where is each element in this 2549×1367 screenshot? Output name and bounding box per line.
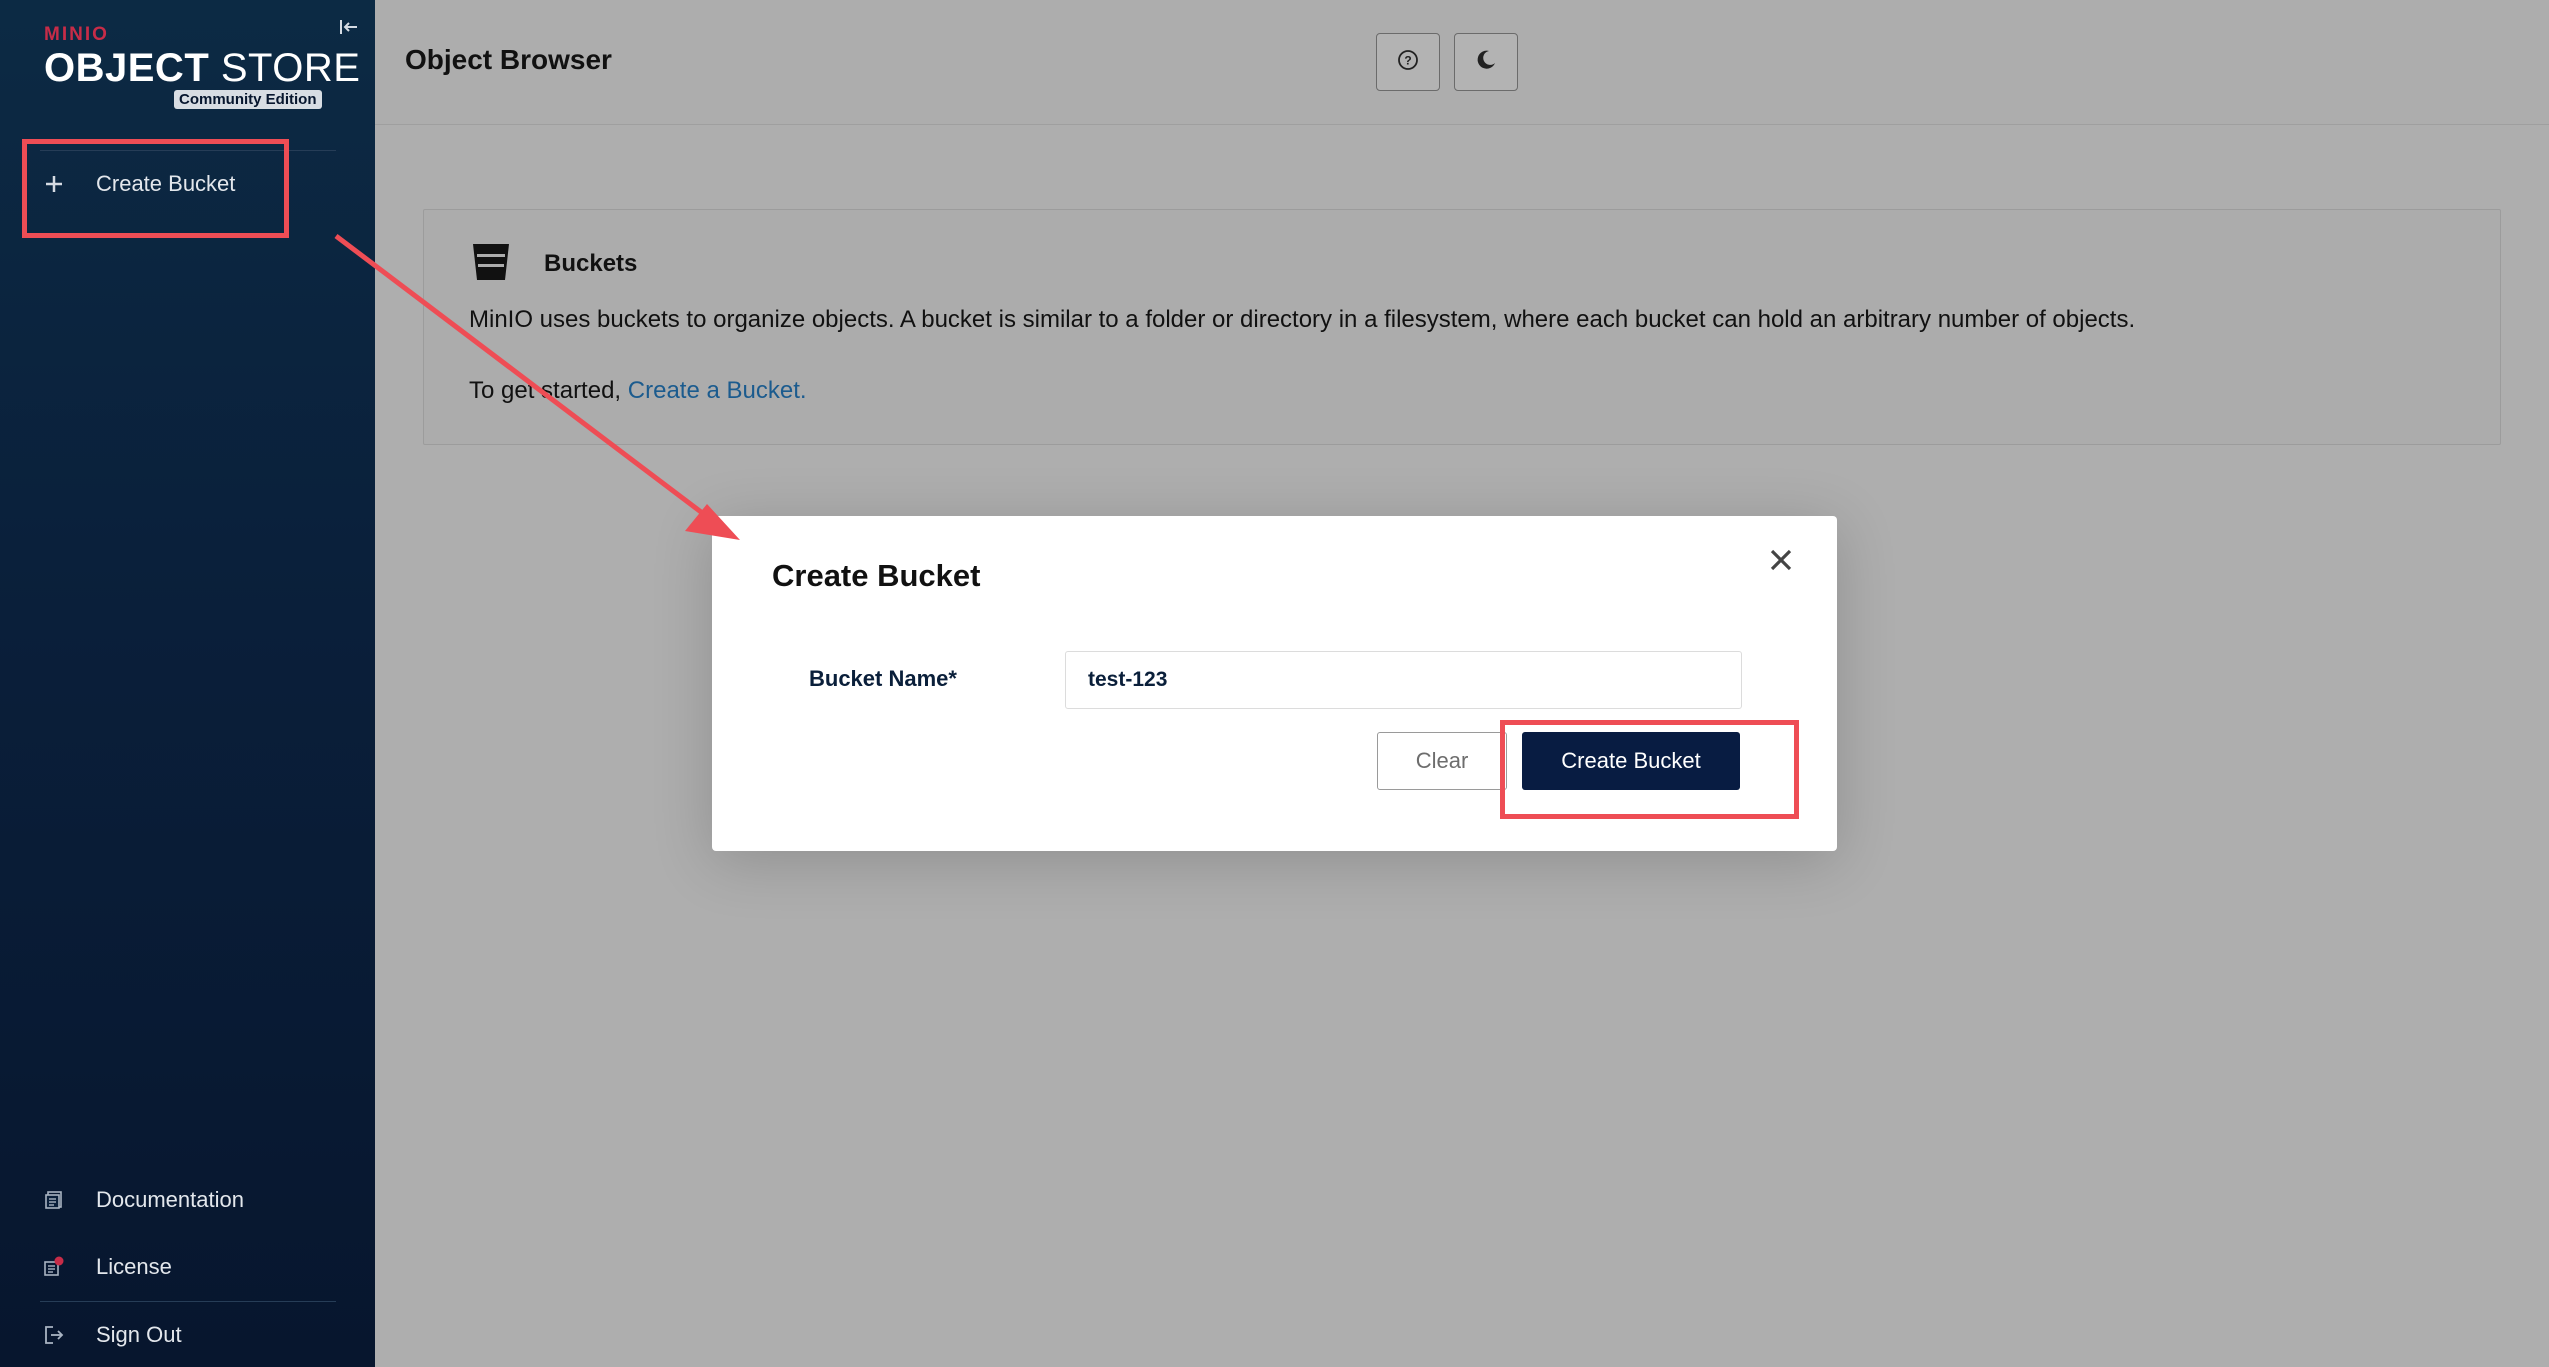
close-button[interactable] [1763,544,1799,580]
highlight-box-create-button [1500,720,1799,819]
buckets-title: Buckets [544,250,638,277]
dialog-title: Create Bucket [772,558,981,593]
help-icon: ? [1396,48,1420,77]
svg-text:?: ? [1404,53,1411,67]
dark-mode-button[interactable] [1454,33,1518,91]
bucket-icon [469,240,513,289]
page-header: Object Browser ? [375,0,2549,125]
brand-store-thin: STORE [220,46,361,90]
help-button[interactable]: ? [1376,33,1440,91]
document-icon [36,1190,72,1210]
clear-button[interactable]: Clear [1377,732,1507,790]
brand-logo: MINIO OBJECT STORE Community Edition [44,24,360,109]
get-started-text: To get started, Create a Bucket. [469,377,807,405]
brand-store-bold: OBJECT [44,46,210,90]
buckets-info-box: Buckets MinIO uses buckets to organize o… [423,209,2501,445]
create-bucket-link[interactable]: Create a Bucket. [628,377,807,404]
brand-object-store: OBJECT STORE [44,46,360,90]
license-icon [36,1256,72,1278]
close-icon [1769,548,1793,577]
highlight-box-sidebar [22,139,289,238]
bucket-name-label: Bucket Name* [809,666,957,691]
collapse-sidebar-icon[interactable] [338,16,360,38]
buckets-description: MinIO uses buckets to organize objects. … [469,306,2136,333]
sidebar-item-label: Sign Out [96,1322,182,1347]
sidebar-item-documentation[interactable]: Documentation [22,1170,342,1230]
get-started-prefix: To get started, [469,377,622,404]
sign-out-icon [36,1324,72,1346]
sidebar-item-license[interactable]: License [22,1237,342,1297]
bucket-name-input[interactable] [1065,651,1742,709]
brand-edition-badge: Community Edition [174,90,322,109]
sidebar-divider [40,1301,336,1302]
sidebar-item-sign-out[interactable]: Sign Out [22,1305,342,1365]
page-title: Object Browser [405,44,612,75]
moon-icon [1474,48,1498,77]
brand-minio: MINIO [44,24,109,45]
sidebar-item-label: Documentation [96,1187,244,1212]
sidebar-item-label: License [96,1254,172,1279]
